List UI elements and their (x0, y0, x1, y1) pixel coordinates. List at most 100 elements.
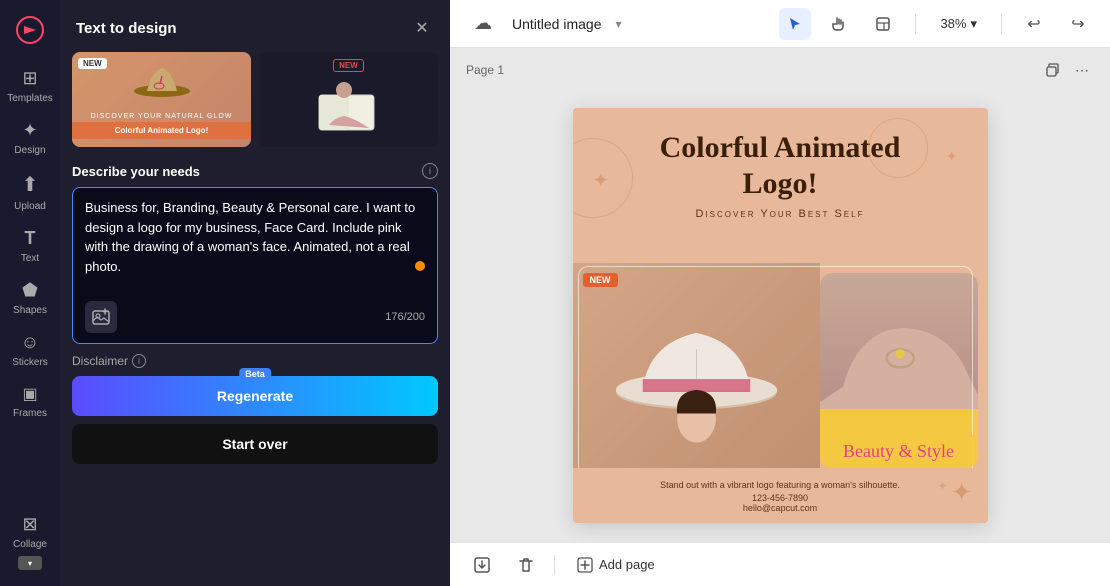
canvas-area: Page 1 ⋯ ✦ ✦ Co (450, 48, 1110, 542)
delete-page-button[interactable] (510, 549, 542, 581)
templates-icon: ⊞ (22, 68, 37, 89)
sidebar-item-label: Frames (13, 408, 47, 419)
card-photo-left: NEW (573, 263, 820, 478)
duplicate-page-button[interactable] (1040, 58, 1064, 82)
regenerate-button[interactable]: Beta Regenerate (72, 376, 438, 416)
undo-icon: ↩ (1027, 14, 1040, 34)
thumb-discover-text: DISCOVER YOUR NATURAL GLOW (91, 113, 233, 120)
card-top-text: Colorful AnimatedLogo! Discover Your Bes… (573, 108, 988, 228)
sidebar-item-label: Shapes (13, 305, 47, 316)
start-over-button[interactable]: Start over (72, 424, 438, 464)
more-options-button[interactable]: ⋯ (1070, 58, 1094, 82)
card-email: hello@capcut.com (743, 503, 817, 513)
thumbnail-list: NEW DISCOVER YOUR NATURAL GLOW Colorful … (60, 52, 450, 159)
panel-header: Text to design ✕ (60, 0, 450, 52)
collage-expand[interactable]: ▾ (18, 556, 42, 570)
sidebar-item-label: Templates (7, 93, 53, 104)
add-page-label: Add page (599, 557, 655, 572)
hand-tool-button[interactable] (823, 8, 855, 40)
card-bottom-info: Stand out with a vibrant logo featuring … (573, 468, 988, 523)
thumbnail-1[interactable]: NEW DISCOVER YOUR NATURAL GLOW Colorful … (72, 52, 251, 147)
describe-info-icon[interactable]: i (422, 163, 438, 179)
sidebar-item-upload[interactable]: ⬆ Upload (0, 164, 60, 220)
cursor-tool-button[interactable] (779, 8, 811, 40)
design-card: ✦ ✦ Colorful AnimatedLogo! Discover Your… (573, 108, 988, 523)
design-icon: ✦ (22, 120, 37, 141)
image-upload-button[interactable] (85, 301, 117, 333)
upload-icon: ⬆ (22, 172, 39, 197)
thumb-label-1: Colorful Animated Logo! (72, 122, 251, 139)
sidebar-item-label: Collage (13, 539, 47, 550)
sidebar-item-templates[interactable]: ⊞ Templates (0, 60, 60, 112)
main-area: ☁ Untitled image ▾ 38% ▾ (450, 0, 1110, 586)
thumb-badge-1: NEW (78, 58, 107, 69)
card-subtitle: Discover Your Best Self (593, 208, 968, 220)
sidebar-item-text[interactable]: T Text (0, 220, 60, 272)
undo-button[interactable]: ↩ (1018, 8, 1050, 40)
zoom-control[interactable]: 38% ▾ (932, 12, 985, 36)
add-page-button[interactable]: Add page (567, 551, 665, 579)
disclaimer-info-icon[interactable]: i (132, 354, 146, 368)
card-center-area: NEW (573, 263, 988, 478)
save-to-drive-button[interactable] (466, 549, 498, 581)
sidebar-item-label: Upload (14, 201, 46, 212)
describe-title: Describe your needs (72, 164, 200, 179)
card-phone: 123-456-7890 (752, 493, 808, 503)
topbar-divider (915, 14, 916, 34)
shapes-icon: ⬟ (22, 280, 38, 301)
layout-tool-button[interactable] (867, 8, 899, 40)
panel-close-button[interactable]: ✕ (410, 16, 434, 40)
sidebar-nav: ⊞ Templates ✦ Design ⬆ Upload T Text ⬟ S… (0, 0, 60, 586)
sidebar-item-label: Stickers (12, 357, 48, 368)
deco-circle-2 (868, 118, 928, 178)
sidebar-item-shapes[interactable]: ⬟ Shapes (0, 272, 60, 324)
describe-header: Describe your needs i (72, 163, 438, 179)
bottom-divider (554, 555, 555, 575)
beauty-style-text: Beauty & Style (820, 435, 978, 468)
sidebar-item-label: Design (14, 145, 45, 156)
app-logo[interactable] (12, 12, 48, 48)
topbar-divider-2 (1001, 14, 1002, 34)
redo-button[interactable]: ↪ (1062, 8, 1094, 40)
frames-icon: ▣ (22, 384, 37, 404)
cloud-icon: ☁ (474, 13, 492, 34)
deco-star-2: ✦ (946, 148, 958, 165)
sidebar-item-frames[interactable]: ▣ Frames (0, 376, 60, 427)
page-label: Page 1 (466, 63, 504, 77)
beta-badge: Beta (239, 368, 271, 380)
topbar: ☁ Untitled image ▾ 38% ▾ (450, 0, 1110, 48)
card-tagline: Stand out with a vibrant logo featuring … (660, 480, 900, 490)
deco-star-small: ✦ (937, 479, 947, 493)
describe-section: Describe your needs i Business for, Bran… (60, 159, 450, 344)
panel-title: Text to design (76, 20, 177, 37)
disclaimer-label: Disclaimer (72, 354, 128, 368)
redo-icon: ↪ (1071, 14, 1084, 34)
page-actions: ⋯ (1040, 58, 1094, 82)
sidebar-nav-items: ⊞ Templates ✦ Design ⬆ Upload T Text ⬟ S… (0, 60, 60, 427)
cloud-save-button[interactable]: ☁ (466, 9, 500, 38)
title-chevron-icon[interactable]: ▾ (616, 17, 622, 31)
sidebar-item-label: Text (21, 253, 39, 264)
thumbnail-2[interactable]: NEW (259, 52, 438, 147)
canvas-scroll[interactable]: ✦ ✦ Colorful AnimatedLogo! Discover Your… (450, 88, 1110, 542)
sidebar-item-stickers[interactable]: ☺ Stickers (0, 324, 60, 376)
regenerate-label: Regenerate (217, 388, 293, 404)
thumb-badge-2: NEW (333, 59, 364, 72)
page-label-row: Page 1 ⋯ (450, 48, 1110, 88)
sidebar-bottom: ⊠ Collage ▾ (0, 506, 60, 578)
textarea-wrapper: Business for, Branding, Beauty & Persona… (72, 187, 438, 344)
document-title[interactable]: Untitled image (512, 16, 602, 32)
zoom-level: 38% (940, 16, 966, 31)
zoom-chevron-icon: ▾ (970, 16, 977, 32)
sidebar-item-design[interactable]: ✦ Design (0, 112, 60, 164)
stickers-icon: ☺ (21, 332, 39, 353)
describe-textarea[interactable]: Business for, Branding, Beauty & Persona… (85, 198, 425, 288)
text-to-design-panel: Text to design ✕ NEW DISCOVER YOUR NATUR… (60, 0, 450, 586)
text-icon: T (25, 228, 36, 249)
deco-star-bottom: ✦ (951, 477, 973, 508)
bottom-bar: Add page (450, 542, 1110, 586)
hand-photo (820, 273, 978, 410)
sidebar-item-collage[interactable]: ⊠ Collage ▾ (0, 506, 60, 578)
card-yellow-panel: Beauty & Style (820, 273, 978, 468)
orange-dot (415, 261, 425, 271)
